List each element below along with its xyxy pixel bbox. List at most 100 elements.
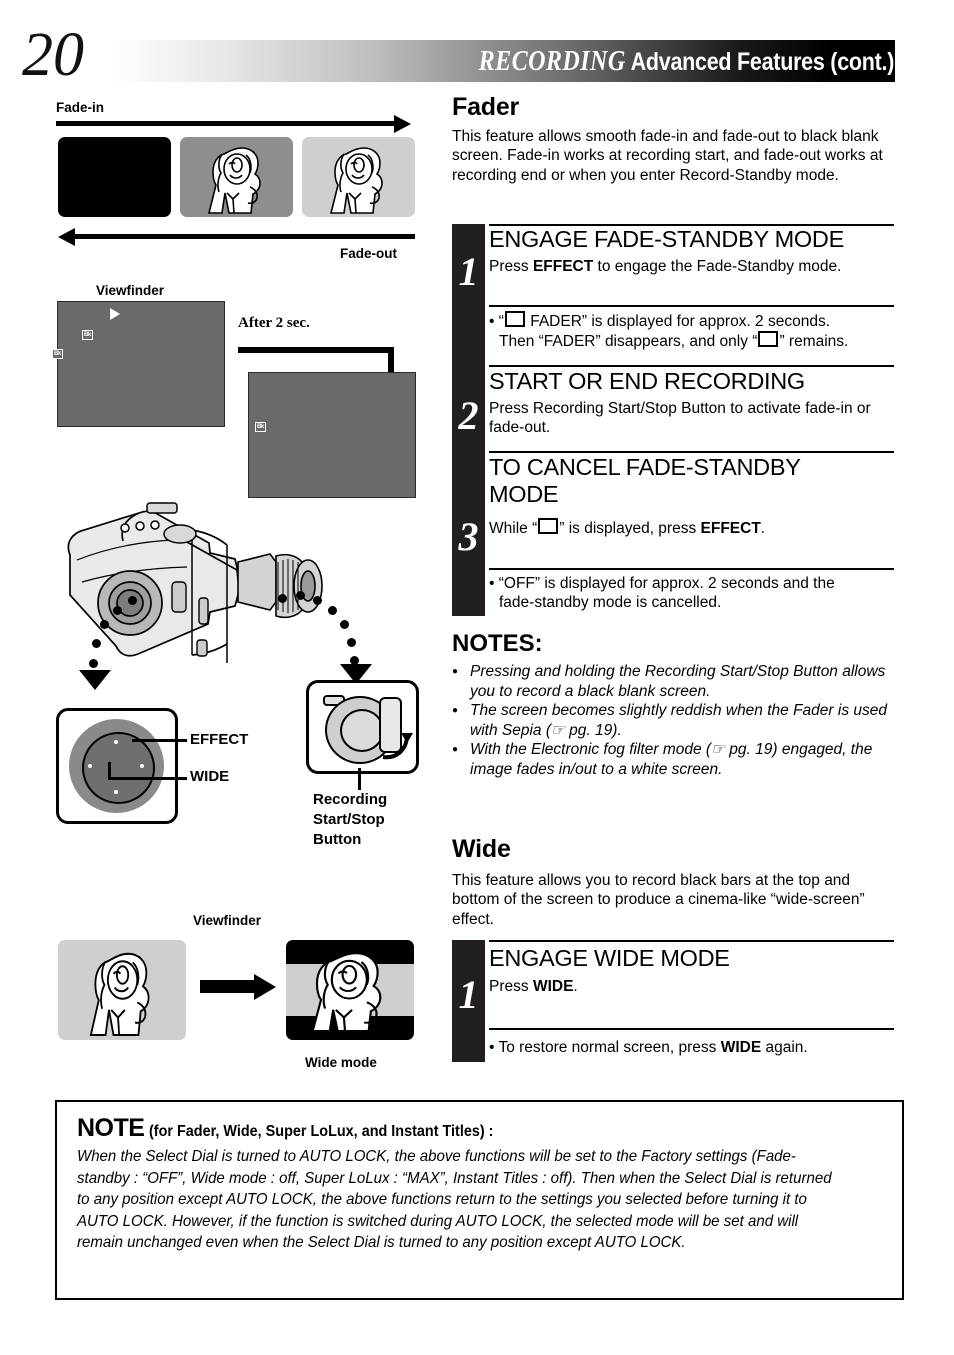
viewfinder-display-after: Bk	[248, 372, 416, 498]
header-title-subsection: Advanced Features (cont.)	[630, 48, 894, 76]
recording-button-label-line3: Button	[313, 831, 362, 848]
fader-box-icon	[538, 518, 559, 534]
camcorder-illustration	[67, 502, 323, 663]
wide-leader-line	[108, 777, 187, 780]
wide-key-ref: WIDE	[720, 1039, 762, 1056]
txt: to engage the Fade-Standby mode.	[593, 258, 842, 275]
effect-key-ref: EFFECT	[532, 258, 594, 275]
txt: • “	[489, 313, 504, 330]
txt: FADER” is displayed for approx. 2 second…	[525, 313, 831, 330]
step-note-divider	[489, 305, 894, 307]
woman-illustration-light	[329, 147, 383, 214]
fade-in-arrow-line	[56, 121, 396, 126]
fade-frame-light	[302, 137, 415, 217]
recording-button-callout-box	[306, 680, 419, 774]
wide-transition-arrow-head	[254, 974, 276, 1000]
fader-osd-chip-3: Bk	[255, 422, 266, 432]
fader-step-3-number: 3	[458, 514, 479, 559]
leader-dot	[340, 620, 349, 629]
fader-step-2-heading: START OR END RECORDING	[489, 368, 805, 394]
fader-step-3-note: • “OFF” is displayed for approx. 2 secon…	[489, 574, 894, 613]
recording-button-leader	[358, 768, 361, 790]
bottom-note-box: NOTE (for Fader, Wide, Super LoLux, and …	[55, 1100, 904, 1300]
note-item: With the Electronic fog filter mode (☞ p…	[452, 740, 897, 779]
txt: While “	[489, 520, 538, 537]
bottom-note-subtitle: (for Fader, Wide, Super LoLux, and Insta…	[148, 1123, 494, 1140]
fade-out-arrow-head	[58, 228, 75, 246]
woman-illustration-wide	[311, 952, 382, 1030]
step-divider	[489, 940, 894, 943]
effect-dial-inner	[82, 732, 155, 804]
fader-intro-text: This feature allows smooth fade-in and f…	[452, 128, 883, 184]
fader-step-2-number: 2	[458, 393, 479, 438]
effect-key-ref: EFFECT	[700, 520, 761, 537]
leader-dot	[313, 596, 322, 605]
effect-wide-callout-box	[56, 708, 178, 824]
fader-section-title: Fader	[452, 93, 520, 121]
rotation-arrow-icon	[382, 733, 413, 760]
txt: fade-standby mode is cancelled.	[499, 594, 722, 612]
effect-label: EFFECT	[190, 731, 249, 748]
fader-step-1-note: • “ FADER” is displayed for approx. 2 se…	[489, 311, 894, 352]
bottom-note-title: NOTE	[77, 1114, 145, 1142]
fader-osd-chip-2: Bk	[52, 349, 63, 359]
recording-button-label-line1: Recording	[313, 791, 388, 808]
header-title: RECORDING Advanced Features (cont.)	[478, 44, 894, 80]
fader-step-3-heading-line1: TO CANCEL FADE-STANDBY	[489, 454, 801, 480]
fade-out-label: Fade-out	[340, 246, 397, 261]
txt: Press	[489, 258, 533, 275]
dial-dot-left	[88, 764, 92, 768]
bottom-note-heading: NOTE (for Fader, Wide, Super LoLux, and …	[77, 1114, 532, 1143]
wide-step-1-heading: ENGAGE WIDE MODE	[489, 945, 730, 971]
woman-illustration-mid	[207, 147, 261, 214]
recording-button-label: Recording Start/Stop Button	[313, 790, 387, 850]
wide-intro-text: This feature allows you to record black …	[452, 872, 865, 928]
after-2-sec-arrow-horizontal	[238, 347, 394, 353]
wide-label: WIDE	[190, 768, 230, 785]
notes-heading: NOTES:	[452, 630, 543, 657]
leader-dot	[296, 591, 305, 600]
txt: Then “FADER” disappears, and only “	[499, 333, 758, 351]
txt: ” is displayed, press	[559, 520, 701, 537]
fader-box-icon	[758, 331, 779, 348]
fader-step-3-body: While “ ” is displayed, press EFFECT.	[489, 518, 894, 538]
txt: .	[573, 978, 578, 995]
wide-step-1-number: 1	[458, 972, 479, 1017]
wide-step-1-note: • To restore normal screen, press WIDE a…	[489, 1038, 894, 1057]
recording-button-label-line2: Start/Stop	[313, 811, 385, 828]
note-item: The screen becomes slightly reddish when…	[452, 701, 897, 740]
txt: again.	[761, 1039, 808, 1056]
txt: .	[760, 520, 766, 537]
wide-section-title: Wide	[452, 835, 511, 863]
fade-frame-black	[58, 137, 171, 217]
note-item: Pressing and holding the Recording Start…	[452, 662, 897, 701]
leader-dot	[89, 659, 98, 668]
dial-dot-bottom	[114, 790, 118, 794]
wide-mode-frame	[286, 940, 414, 1040]
fader-step-1-body: Press EFFECT to engage the Fade-Standby …	[489, 257, 894, 276]
txt: • “OFF” is displayed for approx. 2 secon…	[489, 575, 835, 592]
dial-dot-top	[114, 740, 118, 744]
wide-mode-label: Wide mode	[305, 1055, 377, 1070]
fader-osd-chip-1: Bk	[82, 330, 93, 340]
wide-normal-frame	[58, 940, 186, 1040]
leader-dot	[100, 620, 109, 629]
effect-callout-arrow	[79, 670, 111, 690]
wide-key-ref: WIDE	[532, 978, 574, 995]
fade-out-arrow-line	[75, 234, 415, 239]
txt: • To restore normal screen, press	[489, 1039, 721, 1056]
fade-in-arrow-head	[394, 115, 411, 133]
fader-step-2-body: Press Recording Start/Stop Button to act…	[489, 400, 871, 437]
leader-dot	[347, 638, 356, 647]
play-triangle-icon	[110, 308, 120, 320]
woman-illustration-normal	[89, 952, 150, 1036]
fader-step-3-heading-line2: MODE	[489, 481, 559, 507]
after-2-sec-label: After 2 sec.	[238, 315, 310, 331]
effect-leader-line	[132, 739, 187, 742]
txt: ” remains.	[779, 333, 849, 351]
header-title-section: RECORDING	[478, 46, 626, 77]
page-number: 20	[22, 21, 84, 89]
leader-dot	[128, 596, 137, 605]
leader-dot	[92, 639, 101, 648]
fade-frame-mid	[180, 137, 293, 217]
